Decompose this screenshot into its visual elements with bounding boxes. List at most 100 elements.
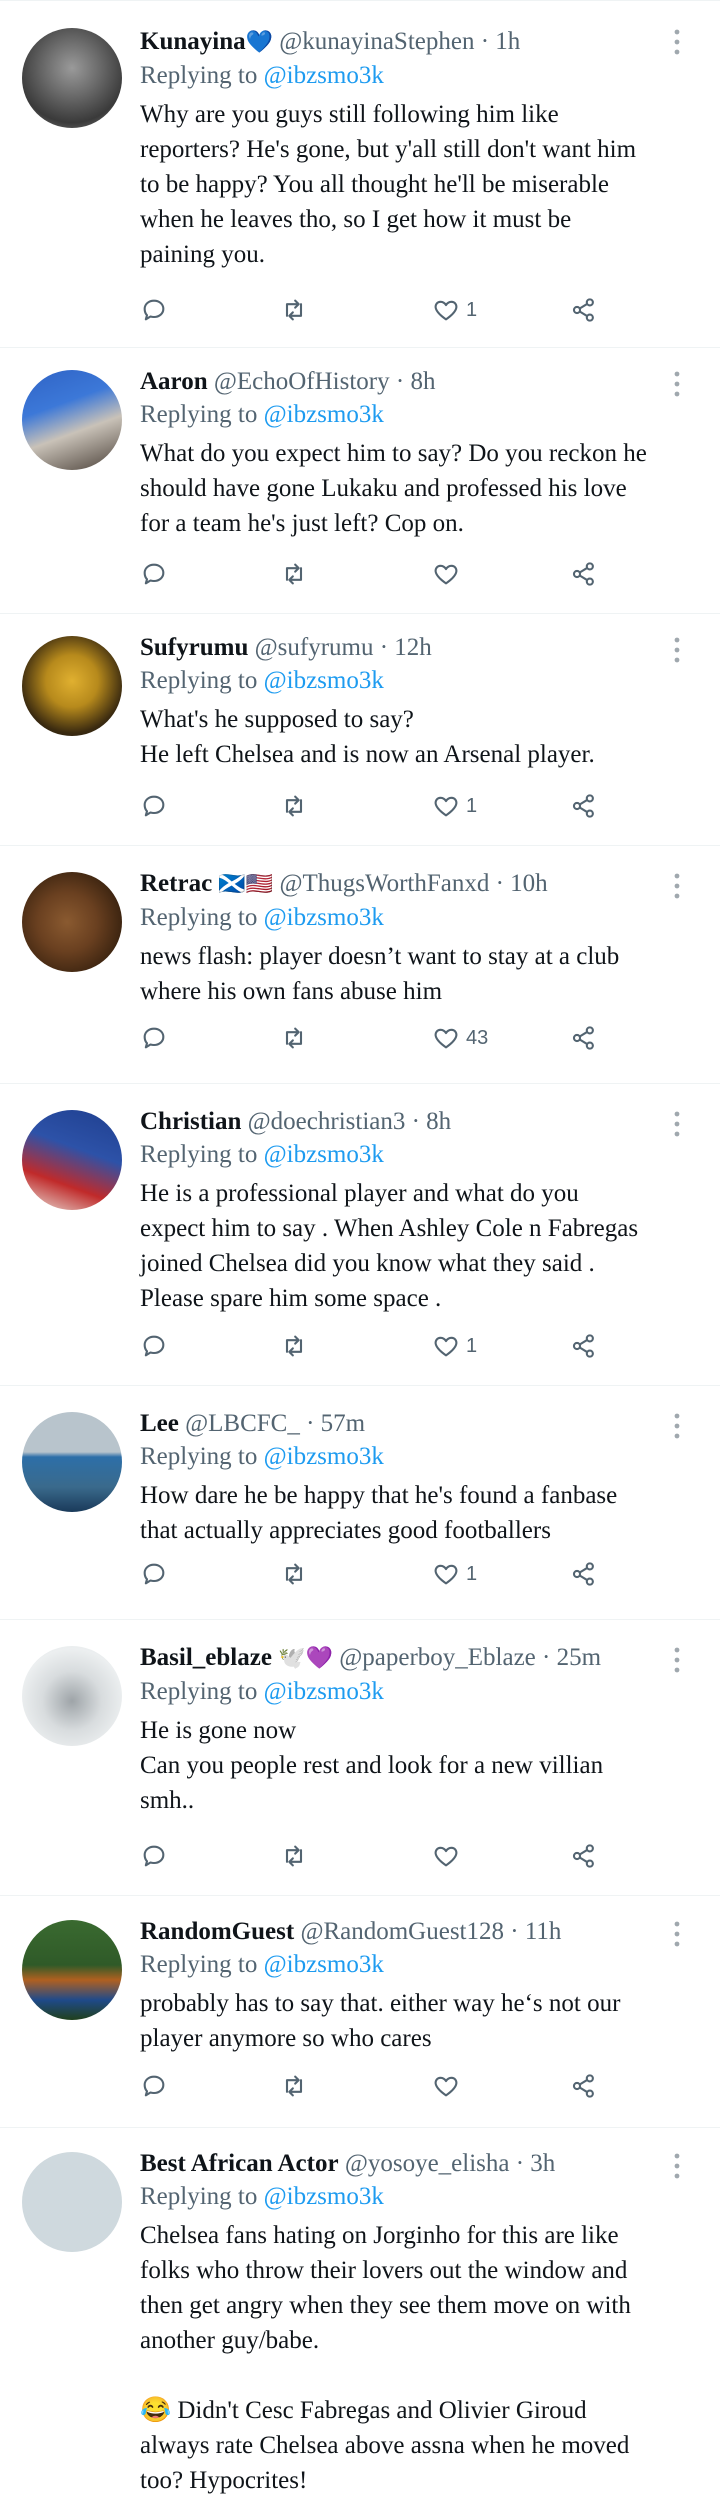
- retweet-button[interactable]: [280, 788, 308, 824]
- like-button[interactable]: 1: [432, 788, 477, 824]
- user-handle[interactable]: @yosoye_elisha: [345, 2150, 510, 2177]
- display-name[interactable]: Retrac: [140, 870, 212, 897]
- replying-to-handle[interactable]: @ibzsmo3k: [264, 2183, 384, 2210]
- share-button[interactable]: [570, 2068, 598, 2104]
- like-button[interactable]: [432, 556, 466, 592]
- retweet-button[interactable]: [280, 556, 308, 592]
- reply-tweet[interactable]: Kunayina💙 @kunayinaStephen · 1h Replying…: [0, 0, 720, 348]
- replying-to-handle[interactable]: @ibzsmo3k: [264, 1443, 384, 1470]
- avatar[interactable]: [22, 1110, 122, 1210]
- replying-to-handle[interactable]: @ibzsmo3k: [264, 1678, 384, 1705]
- user-handle[interactable]: @paperboy_Eblaze: [339, 1644, 536, 1671]
- retweet-button[interactable]: [280, 1328, 308, 1364]
- reply-tweet[interactable]: Lee @LBCFC_ · 57m Replying to @ibzsmo3k …: [0, 1386, 720, 1620]
- timestamp[interactable]: · 57m: [306, 1410, 365, 1437]
- replying-to-line: Replying to @ibzsmo3k: [140, 664, 680, 698]
- share-button[interactable]: [570, 556, 598, 592]
- share-button[interactable]: [570, 1838, 598, 1874]
- display-name[interactable]: Lee: [140, 1410, 179, 1437]
- share-button[interactable]: [570, 1328, 598, 1364]
- more-options-icon[interactable]: [672, 872, 682, 900]
- display-name[interactable]: RandomGuest: [140, 1918, 294, 1945]
- more-options-icon[interactable]: [672, 1646, 682, 1674]
- reply-button[interactable]: [140, 788, 168, 824]
- retweet-button[interactable]: [280, 292, 308, 328]
- more-options-icon[interactable]: [672, 1110, 682, 1138]
- display-name[interactable]: Christian: [140, 1108, 241, 1135]
- like-button[interactable]: 43: [432, 1020, 488, 1056]
- reply-tweet[interactable]: Christian @doechristian3 · 8h Replying t…: [0, 1084, 720, 1386]
- replying-to-handle[interactable]: @ibzsmo3k: [264, 667, 384, 694]
- avatar[interactable]: [22, 28, 122, 128]
- timestamp[interactable]: · 12h: [380, 634, 432, 661]
- more-options-icon[interactable]: [672, 636, 682, 664]
- user-handle[interactable]: @LBCFC_: [185, 1410, 300, 1437]
- more-options-icon[interactable]: [672, 370, 682, 398]
- more-options-icon[interactable]: [672, 28, 682, 56]
- user-handle[interactable]: @RandomGuest128: [300, 1918, 504, 1945]
- timestamp[interactable]: · 11h: [510, 1918, 561, 1945]
- reply-button[interactable]: [140, 1838, 168, 1874]
- like-button[interactable]: [432, 2068, 466, 2104]
- reply-tweet[interactable]: Best African Actor @yosoye_elisha · 3h R…: [0, 2128, 720, 2502]
- reply-tweet[interactable]: Aaron @EchoOfHistory · 8h Replying to @i…: [0, 348, 720, 614]
- avatar[interactable]: [22, 1412, 122, 1512]
- share-button[interactable]: [570, 1020, 598, 1056]
- retweet-button[interactable]: [280, 1838, 308, 1874]
- retweet-button[interactable]: [280, 2068, 308, 2104]
- reply-button[interactable]: [140, 2068, 168, 2104]
- more-options-icon[interactable]: [672, 2152, 682, 2180]
- reply-tweet[interactable]: Retrac 🏴󠁧󠁢󠁳󠁣󠁴󠁿🇺🇸 @ThugsWorthFanxd · 10h …: [0, 846, 720, 1084]
- reply-button[interactable]: [140, 1328, 168, 1364]
- timestamp[interactable]: · 8h: [396, 368, 436, 395]
- avatar[interactable]: [22, 1646, 122, 1746]
- reply-tweet[interactable]: RandomGuest @RandomGuest128 · 11h Replyi…: [0, 1896, 720, 2128]
- like-button[interactable]: 1: [432, 1328, 477, 1364]
- avatar[interactable]: [22, 370, 122, 470]
- share-button[interactable]: [570, 1556, 598, 1592]
- more-options-icon[interactable]: [672, 1920, 682, 1948]
- user-handle[interactable]: @sufyrumu: [255, 634, 374, 661]
- retweet-button[interactable]: [280, 1020, 308, 1056]
- user-handle[interactable]: @kunayinaStephen: [279, 28, 474, 55]
- replying-to-handle[interactable]: @ibzsmo3k: [264, 62, 384, 89]
- tweet-text: He is gone now Can you people rest and l…: [140, 1717, 604, 1814]
- timestamp[interactable]: · 8h: [412, 1108, 452, 1135]
- display-name[interactable]: Aaron: [140, 368, 208, 395]
- avatar[interactable]: [22, 2152, 122, 2252]
- timestamp[interactable]: · 10h: [496, 870, 548, 897]
- display-name[interactable]: Kunayina: [140, 28, 246, 55]
- replying-to-handle[interactable]: @ibzsmo3k: [264, 1951, 384, 1978]
- timestamp[interactable]: · 3h: [516, 2150, 556, 2177]
- like-button[interactable]: [432, 1838, 466, 1874]
- retweet-button[interactable]: [280, 1556, 308, 1592]
- timestamp[interactable]: · 25m: [542, 1644, 601, 1671]
- avatar[interactable]: [22, 1920, 122, 2020]
- replying-to-handle[interactable]: @ibzsmo3k: [264, 401, 384, 428]
- avatar[interactable]: [22, 872, 122, 972]
- user-handle[interactable]: @doechristian3: [248, 1108, 406, 1135]
- reply-button[interactable]: [140, 556, 168, 592]
- replying-to-handle[interactable]: @ibzsmo3k: [264, 904, 384, 931]
- user-handle[interactable]: @EchoOfHistory: [214, 368, 390, 395]
- display-name[interactable]: Sufyrumu: [140, 634, 248, 661]
- timestamp[interactable]: · 1h: [481, 28, 521, 55]
- share-button[interactable]: [570, 788, 598, 824]
- reply-tweet[interactable]: Basil_eblaze 🕊️💜 @paperboy_Eblaze · 25m …: [0, 1620, 720, 1896]
- user-handle[interactable]: @ThugsWorthFanxd: [279, 870, 489, 897]
- reply-button[interactable]: [140, 1020, 168, 1056]
- share-button[interactable]: [570, 292, 598, 328]
- like-button[interactable]: 1: [432, 292, 477, 328]
- tweet-actions: [140, 556, 620, 592]
- more-options-icon[interactable]: [672, 1412, 682, 1440]
- reply-button[interactable]: [140, 1556, 168, 1592]
- reply-button[interactable]: [140, 292, 168, 328]
- like-button[interactable]: 1: [432, 1556, 477, 1592]
- replying-to-line: Replying to @ibzsmo3k: [140, 59, 680, 93]
- replying-to-handle[interactable]: @ibzsmo3k: [264, 1141, 384, 1168]
- display-name[interactable]: Best African Actor: [140, 2150, 339, 2177]
- display-name[interactable]: Basil_eblaze: [140, 1644, 272, 1671]
- like-count: 1: [466, 1334, 478, 1357]
- avatar[interactable]: [22, 636, 122, 736]
- reply-tweet[interactable]: Sufyrumu @sufyrumu · 12h Replying to @ib…: [0, 614, 720, 846]
